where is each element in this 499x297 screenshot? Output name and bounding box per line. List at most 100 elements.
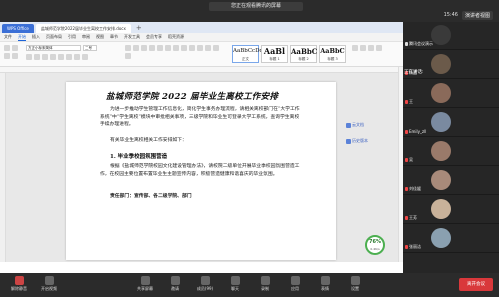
toolbar-button[interactable]: 设置 (340, 276, 370, 292)
toolbar-button[interactable]: 解除静音 (4, 276, 34, 292)
document-page[interactable]: 盐城师范学院 2022 届毕业生离校工作安排 为进一步推动学生管理工作信息化，简… (66, 82, 336, 260)
find-icon[interactable] (352, 45, 358, 51)
sort-icon[interactable] (157, 45, 163, 51)
toolbar-button[interactable]: 表情 (310, 276, 340, 292)
toolbar-button[interactable]: 应用 (280, 276, 310, 292)
participant-tile[interactable]: 刘佳媛 (403, 167, 499, 195)
ribbon-tab[interactable]: 审阅 (82, 34, 90, 40)
participant-tile[interactable]: Emily_zll (403, 109, 499, 137)
new-tab-icon[interactable]: + (133, 24, 145, 33)
subscript-icon[interactable] (66, 54, 72, 60)
text-tools-icon[interactable] (376, 45, 382, 51)
chat-icon (230, 276, 240, 285)
history-button[interactable]: 历史版本 (346, 135, 372, 147)
avatar (431, 54, 451, 74)
mic-icon (14, 276, 24, 285)
highlight-icon[interactable] (82, 54, 88, 60)
replace-icon[interactable] (360, 45, 366, 51)
bullets-icon[interactable] (125, 45, 131, 51)
participant-tile[interactable]: 张丽洁 (403, 225, 499, 253)
style-label: 标题 3 (327, 57, 338, 61)
style-sample: AaBbC (291, 47, 318, 56)
history-icon (346, 138, 351, 144)
italic-icon[interactable] (34, 54, 40, 60)
toolbar-button[interactable]: 聊天 (220, 276, 250, 292)
numbering-icon[interactable] (133, 45, 139, 51)
ribbon-tab[interactable]: 章节 (110, 34, 118, 40)
invite-icon (170, 276, 180, 285)
leave-meeting-button[interactable]: 离开会议 (459, 278, 493, 291)
toolbar-button[interactable]: 共享屏幕 (130, 276, 160, 292)
meeting-clock: 15:46 (443, 12, 458, 18)
tab-wps-home[interactable]: WPS Office (2, 24, 34, 33)
participant-name: 腾讯会议演示 (405, 41, 433, 47)
style-heading-2[interactable]: AaBbC 标题 2 (290, 45, 317, 63)
speaker-view-button[interactable]: 演讲者视图 (461, 10, 493, 20)
align-left-icon[interactable] (173, 45, 179, 51)
participant-tile[interactable]: 腾讯会议演示 (403, 22, 499, 50)
select-icon[interactable] (368, 45, 374, 51)
cloud-icon (346, 122, 351, 128)
ribbon-tab[interactable]: 稻壳资源 (168, 34, 184, 40)
underline-icon[interactable] (42, 54, 48, 60)
tab-document[interactable]: 盐城师范学院2022届毕业生离校工作安排.docx (35, 24, 131, 33)
line-spacing-icon[interactable] (205, 45, 211, 51)
cut-icon[interactable] (12, 45, 18, 51)
ribbon-tab[interactable]: 引用 (68, 34, 76, 40)
ribbon-tab[interactable]: 会员专享 (146, 34, 162, 40)
vertical-ruler (0, 73, 6, 262)
ribbon-toolbar: 方正小标宋简体 二号 AaBbCcDd 正文 AaBl 标题 1 AaBbC 标… (0, 42, 403, 67)
align-center-icon[interactable] (181, 45, 187, 51)
ribbon-tab[interactable]: 插入 (32, 34, 40, 40)
style-label: 标题 1 (269, 57, 280, 61)
ribbon-tab[interactable]: 文件 (4, 34, 12, 40)
font-size-select[interactable]: 二号 (83, 45, 97, 51)
style-heading-3[interactable]: AaBbC 标题 3 (319, 45, 346, 63)
screen-share-notice[interactable]: 您正在观看腾讯的屏幕 (209, 2, 303, 11)
avatar (431, 141, 451, 161)
toolbar-button-label: 开启视频 (41, 286, 57, 291)
strikethrough-icon[interactable] (50, 54, 56, 60)
participant-name-text: 刘佳媛 (409, 186, 421, 191)
toolbar-button[interactable]: 邀请 (160, 276, 190, 292)
ribbon-tab[interactable]: 视图 (96, 34, 104, 40)
toolbar-button[interactable]: 成员(99) (190, 276, 220, 292)
mic-icon (405, 42, 408, 46)
style-heading-1[interactable]: AaBl 标题 1 (261, 45, 288, 63)
participant-tile[interactable]: 王 (403, 80, 499, 108)
indent-increase-icon[interactable] (149, 45, 155, 51)
indent-decrease-icon[interactable] (141, 45, 147, 51)
font-color-icon[interactable] (74, 54, 80, 60)
participant-tile[interactable]: 吴 (403, 138, 499, 166)
toolbar-button-label: 解除静音 (11, 286, 27, 291)
borders-icon[interactable] (125, 53, 131, 59)
justify-icon[interactable] (197, 45, 203, 51)
ribbon-tab[interactable]: 页面布局 (46, 34, 62, 40)
cloud-doc-button[interactable]: 云文档 (346, 119, 372, 131)
participant-name: 王芳 (405, 215, 417, 221)
font-name-select[interactable]: 方正小标宋简体 (26, 45, 81, 51)
toolbar-button[interactable]: 录制 (250, 276, 280, 292)
side-panel: 云文档 历史版本 (346, 119, 372, 151)
members-icon (200, 276, 210, 285)
copy-icon[interactable] (4, 53, 10, 59)
participant-tile[interactable]: 王芳 (403, 196, 499, 224)
bold-icon[interactable] (26, 54, 32, 60)
superscript-icon[interactable] (58, 54, 64, 60)
wps-tabs-bar: WPS Office 盐城师范学院2022届毕业生离校工作安排.docx + (0, 22, 403, 33)
ribbon-tab[interactable]: 开始 (18, 34, 26, 41)
show-marks-icon[interactable] (165, 45, 171, 51)
toolbar-button-label: 应用 (291, 286, 299, 291)
format-painter-icon[interactable] (12, 53, 18, 59)
participant-name-text: 王芳 (409, 215, 417, 220)
shading-icon[interactable] (213, 45, 219, 51)
style-sample: AaBbC (320, 47, 345, 55)
participant-name: Emily_zll (405, 129, 426, 134)
participant-name-text: Emily_zll (409, 129, 427, 134)
toolbar-button[interactable]: 开启视频 (34, 276, 64, 292)
align-right-icon[interactable] (189, 45, 195, 51)
mic-icon (405, 245, 408, 249)
style-normal[interactable]: AaBbCcDd 正文 (232, 45, 263, 63)
paste-icon[interactable] (4, 45, 10, 51)
ribbon-tab[interactable]: 开发工具 (124, 34, 140, 40)
